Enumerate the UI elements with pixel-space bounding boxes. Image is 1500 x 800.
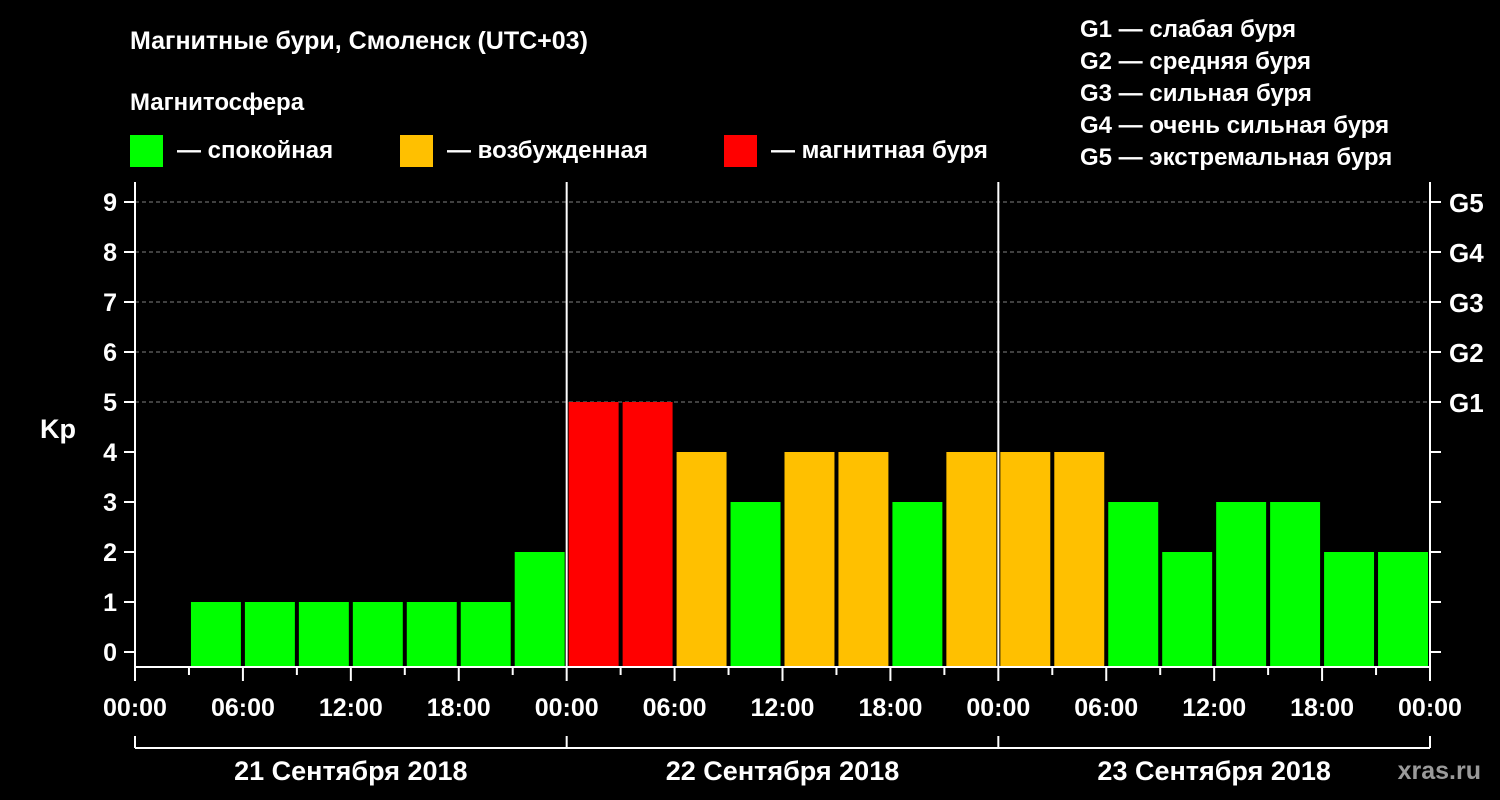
y2-tick-label-3: G4: [1449, 238, 1484, 268]
bar-11: [730, 502, 781, 667]
y2-tick-label-0: G1: [1449, 388, 1484, 418]
y-tick-label-3: 3: [103, 489, 117, 517]
day-label-0: 21 Сентября 2018: [234, 756, 467, 786]
y2-tick-label-2: G3: [1449, 288, 1484, 318]
bar-4: [352, 602, 403, 667]
y-tick-label-9: 9: [103, 189, 117, 217]
bar-10: [676, 452, 727, 667]
storm-scale-g1: G1 — слабая буря: [1080, 16, 1296, 43]
x-tick-label-8: 00:00: [966, 694, 1030, 722]
storm-scale-g4: G4 — очень сильная буря: [1080, 112, 1389, 139]
y-tick-label-1: 1: [103, 589, 117, 617]
bar-22: [1324, 552, 1375, 667]
legend-heading: Магнитосфера: [130, 89, 305, 116]
x-tick-label-5: 06:00: [643, 694, 707, 722]
y-tick-label-2: 2: [103, 539, 117, 567]
y-tick-label-4: 4: [103, 439, 117, 467]
bar-7: [514, 552, 565, 667]
bar-1: [190, 602, 241, 667]
legend: — спокойная — возбужденная — магнитная б…: [130, 135, 988, 167]
x-tick-label-2: 12:00: [319, 694, 383, 722]
storm-scale-g5: G5 — экстремальная буря: [1080, 144, 1392, 171]
bar-6: [460, 602, 511, 667]
bar-3: [298, 602, 349, 667]
storm-scale-g3: G3 — сильная буря: [1080, 80, 1312, 107]
y-tick-label-6: 6: [103, 339, 117, 367]
legend-swatch-quiet: [130, 135, 163, 167]
legend-swatch-active: [400, 135, 433, 167]
bar-20: [1216, 502, 1267, 667]
y-tick-label-7: 7: [103, 289, 117, 317]
watermark: xras.ru: [1398, 757, 1481, 785]
day-labels: 21 Сентября 2018 22 Сентября 2018 23 Сентя…: [234, 756, 1331, 786]
bar-23: [1378, 552, 1428, 667]
bar-15: [946, 452, 997, 667]
x-tick-label-0: 00:00: [103, 694, 167, 722]
x-tick-labels: 00:00 06:00 12:00 18:00 00:00 06:00 12:00 18:00…: [103, 694, 1462, 722]
bar-12: [784, 452, 835, 667]
bars: [190, 402, 1428, 667]
chart-title: Магнитные бури, Смоленск (UTC+03): [130, 27, 588, 55]
bar-8: [568, 402, 619, 667]
bar-19: [1162, 552, 1213, 667]
legend-label-active: — возбужденная: [447, 137, 648, 164]
day-label-1: 22 Сентября 2018: [666, 756, 899, 786]
x-tick-label-4: 00:00: [535, 694, 599, 722]
x-tick-label-12: 00:00: [1398, 694, 1462, 722]
y-tick-label-5: 5: [103, 389, 117, 417]
y-tick-label-0: 0: [103, 639, 117, 667]
legend-swatch-storm: [724, 135, 757, 167]
day-label-2: 23 Сентября 2018: [1097, 756, 1330, 786]
y2-tick-labels: G1 G2 G3 G4 G5: [1449, 188, 1484, 418]
y-tick-labels: 0 1 2 3 4 5 6 7 8 9: [103, 189, 117, 667]
y-tick-label-8: 8: [103, 239, 117, 267]
bar-14: [892, 502, 943, 667]
grid-lines: [135, 201, 1430, 403]
x-tick-label-1: 06:00: [211, 694, 275, 722]
legend-label-storm: — магнитная буря: [771, 137, 988, 164]
y2-tick-label-1: G2: [1449, 338, 1484, 368]
bar-2: [244, 602, 295, 667]
x-tick-label-3: 18:00: [427, 694, 491, 722]
y-axis-label: Kp: [40, 414, 76, 444]
x-tick-label-10: 12:00: [1182, 694, 1246, 722]
bar-21: [1270, 502, 1321, 667]
y2-tick-label-4: G5: [1449, 188, 1484, 218]
bar-17: [1054, 452, 1105, 667]
x-tick-label-9: 06:00: [1074, 694, 1138, 722]
x-tick-label-7: 18:00: [858, 694, 922, 722]
storm-scale-legend: G1 — слабая буря G2 — средняя буря G3 — …: [1080, 16, 1392, 171]
legend-label-quiet: — спокойная: [177, 137, 333, 164]
bar-9: [622, 402, 673, 667]
kp-chart: Магнитные бури, Смоленск (UTC+03) Магнит…: [40, 16, 1484, 786]
storm-scale-g2: G2 — средняя буря: [1080, 48, 1311, 75]
bar-16: [1000, 452, 1051, 667]
bar-13: [838, 452, 889, 667]
x-tick-label-11: 18:00: [1290, 694, 1354, 722]
bar-5: [406, 602, 457, 667]
bar-18: [1108, 502, 1159, 667]
x-tick-label-6: 12:00: [751, 694, 815, 722]
